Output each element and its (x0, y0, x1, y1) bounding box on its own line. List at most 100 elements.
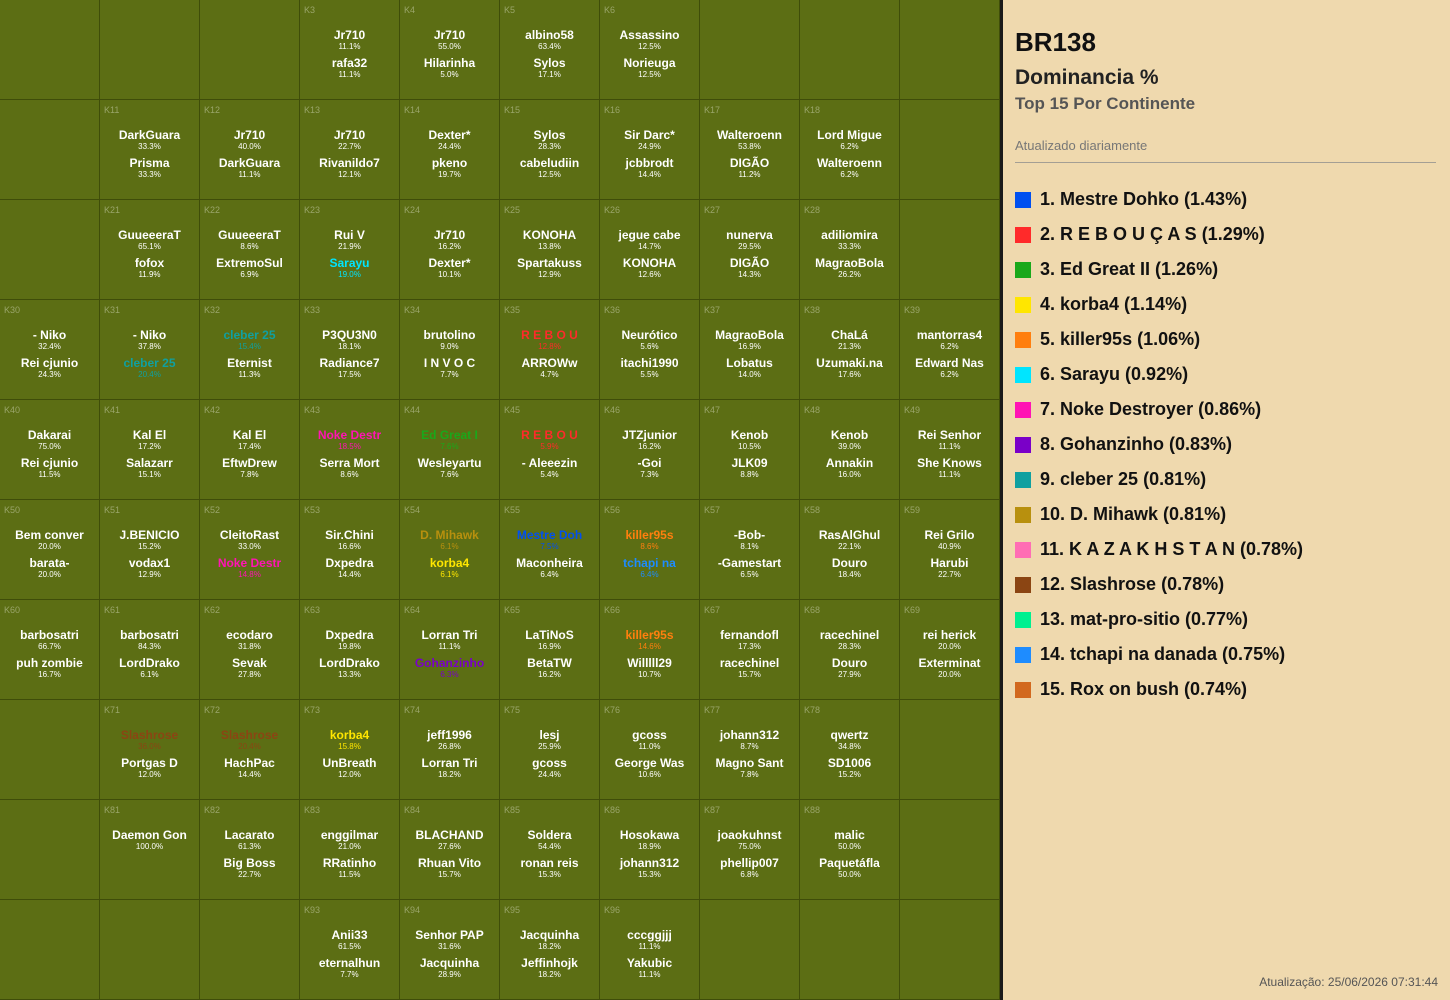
player-name[interactable]: vodax1 (100, 556, 199, 570)
continent-cell[interactable]: K41 Kal El 17.2% Salazarr 15.1% (100, 400, 200, 500)
continent-cell[interactable]: K5 albino58 63.4% Sylos 17.1% (500, 0, 600, 100)
player-name[interactable]: jeff1996 (400, 728, 499, 742)
player-name[interactable]: Neurótico (600, 328, 699, 342)
continent-cell[interactable]: K31 - Niko 37.8% cleber 25 20.4% (100, 300, 200, 400)
player-name[interactable]: P3QU3N0 (300, 328, 399, 342)
ranking-item[interactable]: 5. killer95s (1.06%) (1015, 322, 1436, 357)
continent-cell[interactable]: K36 Neurótico 5.6% itachi1990 5.5% (600, 300, 700, 400)
continent-cell[interactable]: K33 P3QU3N0 18.1% Radiance7 17.5% (300, 300, 400, 400)
player-name[interactable]: Jr710 (400, 28, 499, 42)
continent-cell[interactable]: K27 nunerva 29.5% DIGÃO 14.3% (700, 200, 800, 300)
player-name[interactable]: Noke Destr (300, 428, 399, 442)
player-name[interactable]: Rei Grilo (900, 528, 999, 542)
player-name[interactable]: cccggjjj (600, 928, 699, 942)
player-name[interactable]: Paquetáfla (800, 856, 899, 870)
continent-cell[interactable]: K52 CleitoRast 33.0% Noke Destr 14.8% (200, 500, 300, 600)
player-name[interactable]: - Aleeezin (500, 456, 599, 470)
player-name[interactable]: ecodaro (200, 628, 299, 642)
continent-cell[interactable]: K76 gcoss 11.0% George Was 10.6% (600, 700, 700, 800)
continent-cell[interactable]: K48 Kenob 39.0% Annakin 16.0% (800, 400, 900, 500)
ranking-item[interactable]: 1. Mestre Dohko (1.43%) (1015, 182, 1436, 217)
player-name[interactable]: Jacquinha (400, 956, 499, 970)
continent-cell[interactable]: K49 Rei Senhor 11.1% She Knows 11.1% (900, 400, 1000, 500)
player-name[interactable]: -Goi (600, 456, 699, 470)
continent-cell[interactable]: K42 Kal El 17.4% EftwDrew 7.8% (200, 400, 300, 500)
player-name[interactable]: Rei cjunio (0, 356, 99, 370)
player-name[interactable]: Walteroenn (800, 156, 899, 170)
continent-cell[interactable]: K44 Ed Great I 7.6% Wesleyartu 7.6% (400, 400, 500, 500)
continent-cell[interactable]: K94 Senhor PAP 31.6% Jacquinha 28.9% (400, 900, 500, 1000)
player-name[interactable]: Sylos (500, 56, 599, 70)
player-name[interactable]: Kenob (800, 428, 899, 442)
player-name[interactable]: Jacquinha (500, 928, 599, 942)
player-name[interactable]: Jr710 (400, 228, 499, 242)
continent-cell[interactable]: K40 Dakarai 75.0% Rei cjunio 11.5% (0, 400, 100, 500)
player-name[interactable]: ChaLá (800, 328, 899, 342)
continent-cell[interactable]: K39 mantorras4 6.2% Edward Nas 6.2% (900, 300, 1000, 400)
continent-cell[interactable]: K47 Kenob 10.5% JLK09 8.8% (700, 400, 800, 500)
continent-cell[interactable]: K53 Sir.Chini 16.6% Dxpedra 14.4% (300, 500, 400, 600)
player-name[interactable]: JLK09 (700, 456, 799, 470)
player-name[interactable]: tchapi na (600, 556, 699, 570)
player-name[interactable]: Prisma (100, 156, 199, 170)
player-name[interactable]: Hosokawa (600, 828, 699, 842)
player-name[interactable]: brutolino (400, 328, 499, 342)
player-name[interactable]: Lobatus (700, 356, 799, 370)
player-name[interactable]: Jeffinhojk (500, 956, 599, 970)
player-name[interactable]: Rei cjunio (0, 456, 99, 470)
continent-cell[interactable]: K73 korba4 15.8% UnBreath 12.0% (300, 700, 400, 800)
player-name[interactable]: Rhuan Vito (400, 856, 499, 870)
continent-cell[interactable]: K38 ChaLá 21.3% Uzumaki.na 17.6% (800, 300, 900, 400)
player-name[interactable]: Norieuga (600, 56, 699, 70)
player-name[interactable]: Soldera (500, 828, 599, 842)
player-name[interactable]: DIGÃO (700, 156, 799, 170)
player-name[interactable]: Assassino (600, 28, 699, 42)
continent-cell[interactable]: K50 Bem conver 20.0% barata- 20.0% (0, 500, 100, 600)
player-name[interactable]: Sarayu (300, 256, 399, 270)
continent-cell[interactable]: K24 Jr710 16.2% Dexter* 10.1% (400, 200, 500, 300)
player-name[interactable]: pkeno (400, 156, 499, 170)
player-name[interactable]: jegue cabe (600, 228, 699, 242)
player-name[interactable]: cleber 25 (100, 356, 199, 370)
player-name[interactable]: Kal El (200, 428, 299, 442)
player-name[interactable]: Senhor PAP (400, 928, 499, 942)
continent-cell[interactable]: K65 LaTiNoS 16.9% BetaTW 16.2% (500, 600, 600, 700)
continent-cell[interactable]: K83 enggilmar 21.0% RRatinho 11.5% (300, 800, 400, 900)
player-name[interactable]: Yakubic (600, 956, 699, 970)
player-name[interactable]: malic (800, 828, 899, 842)
ranking-item[interactable]: 6. Sarayu (0.92%) (1015, 357, 1436, 392)
continent-cell[interactable]: K26 jegue cabe 14.7% KONOHA 12.6% (600, 200, 700, 300)
player-name[interactable]: killer95s (600, 528, 699, 542)
player-name[interactable]: D. Mihawk (400, 528, 499, 542)
continent-cell[interactable]: K58 RasAlGhul 22.1% Douro 18.4% (800, 500, 900, 600)
player-name[interactable]: itachi1990 (600, 356, 699, 370)
player-name[interactable]: -Gamestart (700, 556, 799, 570)
player-name[interactable]: I N V O C (400, 356, 499, 370)
player-name[interactable]: LordDrako (300, 656, 399, 670)
continent-cell[interactable]: K54 D. Mihawk 6.1% korba4 6.1% (400, 500, 500, 600)
player-name[interactable]: GuueeeraT (100, 228, 199, 242)
continent-cell[interactable]: K62 ecodaro 31.8% Sevak 27.8% (200, 600, 300, 700)
continent-cell[interactable]: K67 fernandofl 17.3% racechinel 15.7% (700, 600, 800, 700)
player-name[interactable]: KONOHA (600, 256, 699, 270)
ranking-item[interactable]: 9. cleber 25 (0.81%) (1015, 462, 1436, 497)
player-name[interactable]: rei herick (900, 628, 999, 642)
player-name[interactable]: Portgas D (100, 756, 199, 770)
player-name[interactable]: Bem conver (0, 528, 99, 542)
player-name[interactable]: puh zombie (0, 656, 99, 670)
player-name[interactable]: rafa32 (300, 56, 399, 70)
player-name[interactable]: jcbbrodt (600, 156, 699, 170)
ranking-item[interactable]: 12. Slashrose (0.78%) (1015, 567, 1436, 602)
player-name[interactable]: barbosatri (0, 628, 99, 642)
player-name[interactable]: Radiance7 (300, 356, 399, 370)
player-name[interactable]: Maconheira (500, 556, 599, 570)
player-name[interactable]: racechinel (800, 628, 899, 642)
player-name[interactable]: gcoss (500, 756, 599, 770)
player-name[interactable]: Douro (800, 556, 899, 570)
continent-cell[interactable]: K60 barbosatri 66.7% puh zombie 16.7% (0, 600, 100, 700)
continent-cell[interactable]: K86 Hosokawa 18.9% johann312 15.3% (600, 800, 700, 900)
ranking-item[interactable]: 14. tchapi na danada (0.75%) (1015, 637, 1436, 672)
player-name[interactable]: Ed Great I (400, 428, 499, 442)
continent-cell[interactable]: K32 cleber 25 15.4% Eternist 11.3% (200, 300, 300, 400)
player-name[interactable]: korba4 (300, 728, 399, 742)
